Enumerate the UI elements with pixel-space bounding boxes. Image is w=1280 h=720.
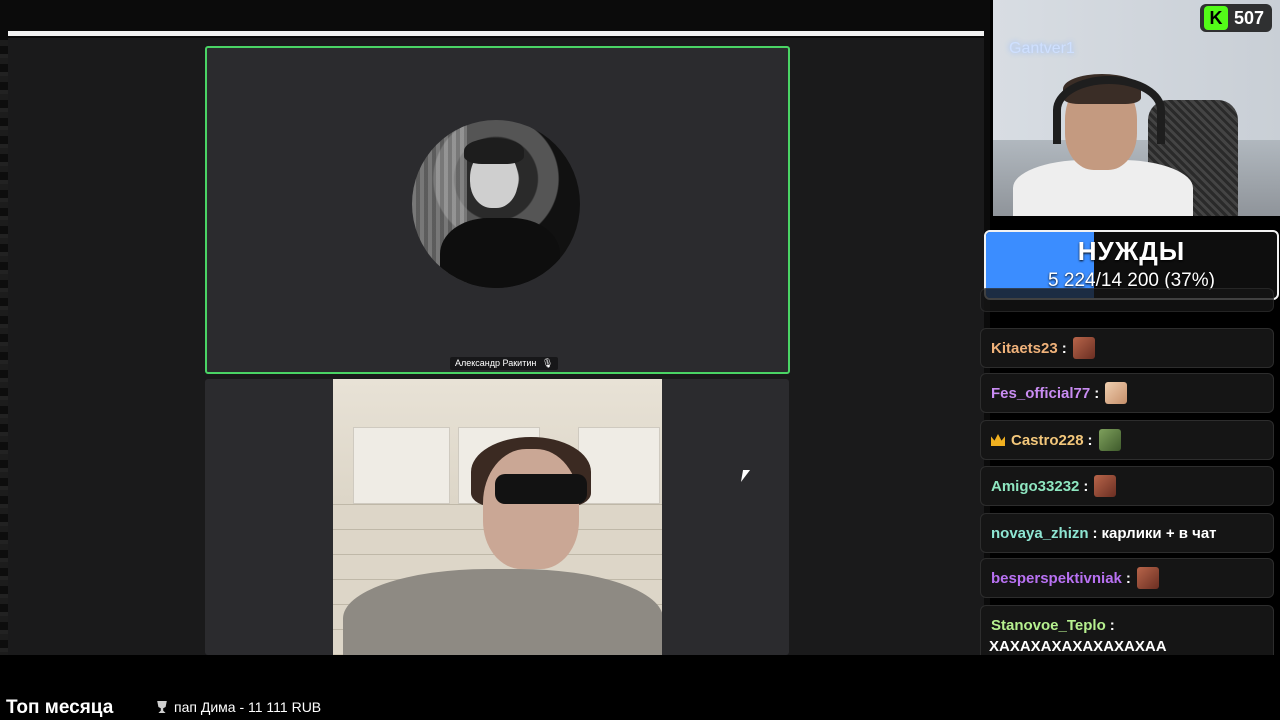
chat-username: besperspektivniak	[991, 569, 1122, 587]
chat-username: novaya_zhizn	[991, 524, 1089, 542]
participant-avatar	[412, 120, 580, 288]
emote-icon	[1105, 382, 1128, 404]
chat-username: Fes_official77	[991, 384, 1091, 402]
mic-icon: 🎙	[541, 358, 554, 368]
chat-separator: :	[1109, 617, 1115, 634]
person-shirt	[343, 569, 662, 655]
emote-icon	[1094, 475, 1117, 497]
chat-message: Amigo33232 :	[980, 466, 1274, 506]
chat-username: Castro228	[1011, 431, 1084, 449]
chat-separator: :	[1094, 384, 1100, 402]
top-donor: пап Дима - 11 111 RUB	[156, 699, 321, 715]
chat-separator: :	[1087, 431, 1093, 449]
chat-message: Kitaets23 :	[980, 328, 1274, 368]
kitchen-cabinet	[353, 427, 450, 504]
chat-separator: :	[1083, 477, 1089, 495]
chat-message: novaya_zhizn : карлики + в чат	[980, 513, 1274, 553]
person-head	[483, 449, 579, 569]
headphones	[1053, 76, 1165, 144]
chat-message: Castro228 :	[980, 420, 1274, 460]
kick-logo-icon: K	[1203, 6, 1228, 30]
streamer-webcam: Gantver1 K 507	[993, 0, 1280, 216]
chat-text: карлики + в чат	[1101, 524, 1217, 542]
participant-name: Александр Ракитин	[455, 358, 537, 368]
neon-sign: Gantver1	[1009, 40, 1075, 57]
chat-message-partial	[980, 288, 1274, 312]
top-month-label: Топ месяца	[6, 697, 114, 718]
chat-message-header: Stanovoe_Teplo :	[991, 617, 1119, 634]
participant-name-tag: Александр Ракитин 🎙	[450, 357, 559, 370]
goal-title: НУЖДЫ	[1077, 236, 1186, 266]
avatar-hair	[464, 138, 524, 164]
participant-tile-bottom[interactable]	[205, 379, 789, 655]
participant-tile-top[interactable]: Александр Ракитин 🎙	[205, 46, 790, 374]
avatar-body	[440, 218, 560, 288]
chat-username: Stanovoe_Teplo	[991, 617, 1106, 634]
chat-username: Amigo33232	[991, 477, 1080, 495]
sunglasses	[495, 474, 587, 504]
chat-separator: :	[1061, 339, 1067, 357]
viewer-count-badge: K 507	[1199, 4, 1272, 32]
video-call-window: Александр Ракитин 🎙	[8, 38, 984, 655]
chat-overlay: Kitaets23 : Fes_official77 : Castro228 :…	[978, 288, 1278, 668]
chat-separator: :	[1092, 524, 1098, 542]
trophy-icon	[157, 701, 167, 713]
chat-message: besperspektivniak :	[980, 558, 1274, 598]
chat-text: ХАХАХАХАХАХАХАХАА	[989, 638, 1167, 655]
chat-username: Kitaets23	[991, 339, 1058, 357]
emote-icon	[1072, 337, 1095, 359]
stream-area: Александр Ракитин 🎙	[0, 0, 990, 655]
chat-message: Fes_official77 :	[980, 373, 1274, 413]
participant-video	[333, 379, 662, 655]
viewer-count: 507	[1233, 7, 1264, 28]
crown-icon	[991, 434, 1005, 446]
left-edge-strip	[0, 40, 8, 655]
chat-separator: :	[1125, 569, 1131, 587]
top-donor-text: пап Дима - 11 111 RUB	[174, 699, 322, 715]
top-white-bar	[8, 31, 984, 36]
emote-icon	[1136, 567, 1159, 589]
emote-icon	[1098, 429, 1121, 451]
